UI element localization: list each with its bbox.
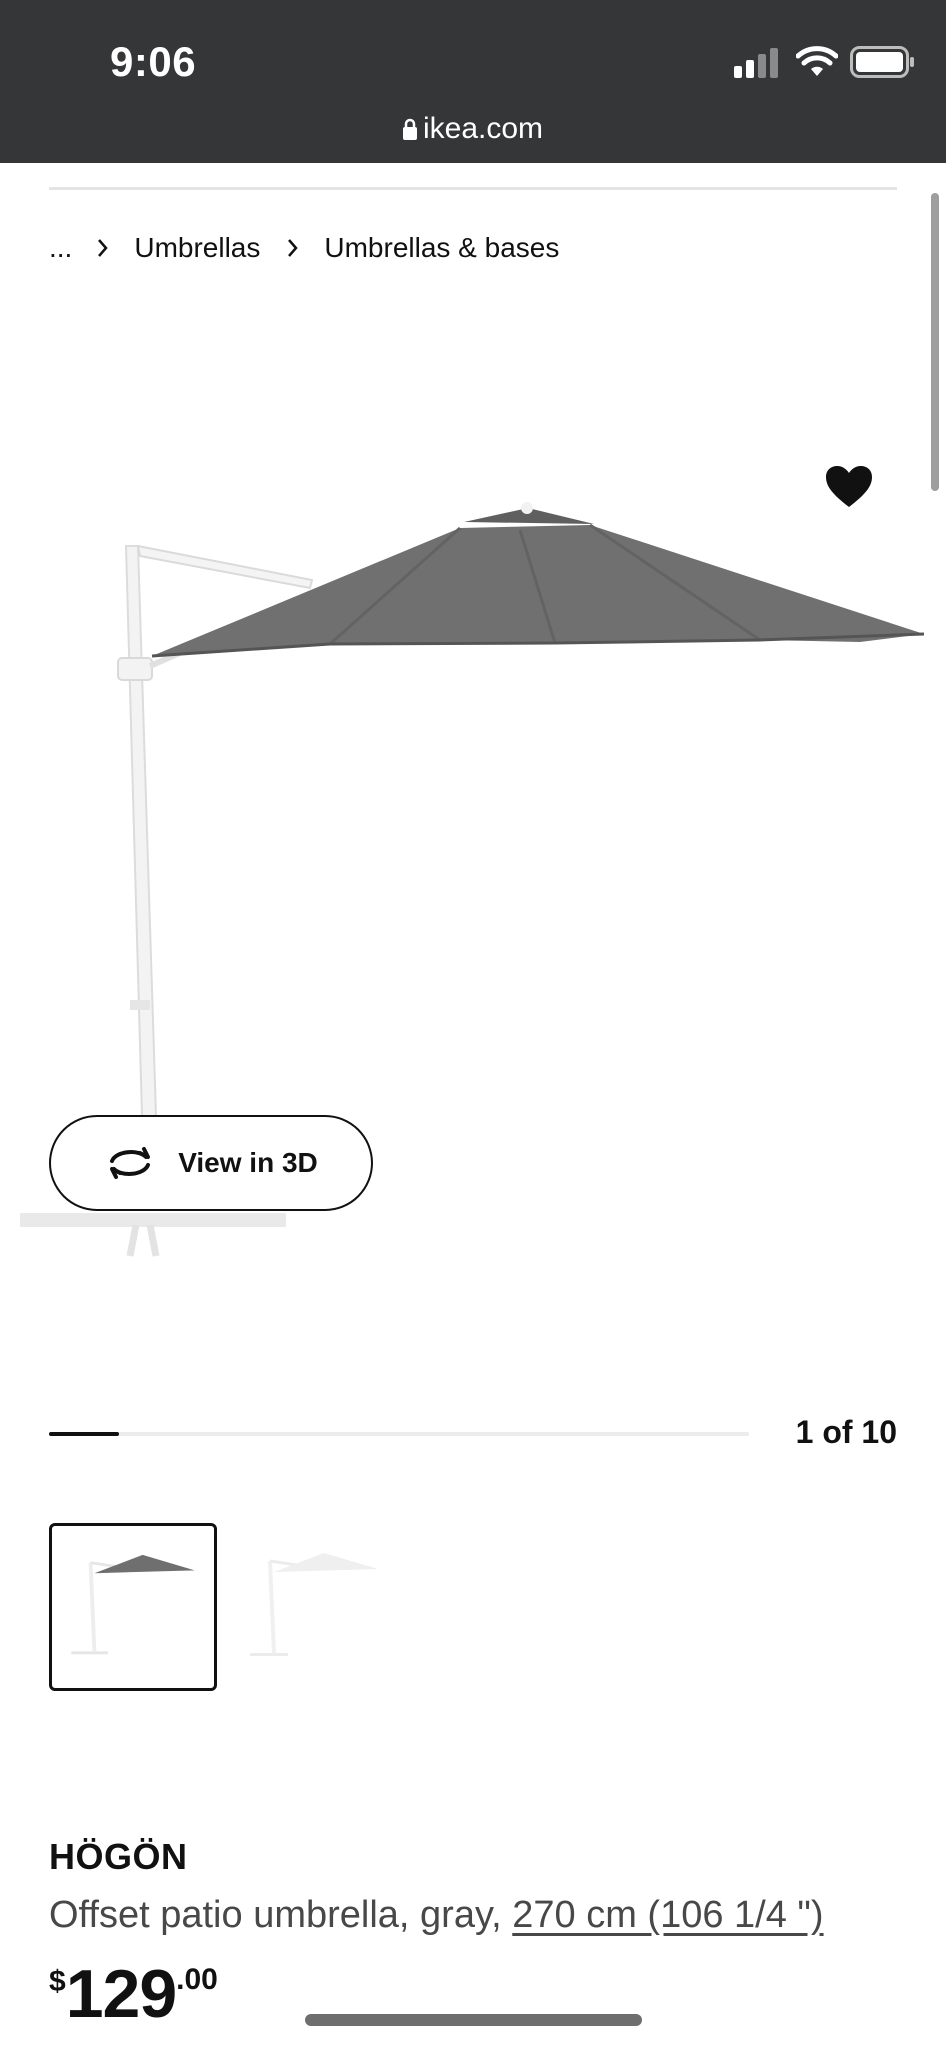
breadcrumb-ellipsis[interactable]: ...: [49, 232, 72, 264]
view-in-3d-label: View in 3D: [178, 1147, 318, 1178]
price-whole: 129: [65, 1956, 177, 2032]
thumbnail-image: [250, 1553, 378, 1656]
favorite-heart-icon[interactable]: [826, 466, 872, 508]
product-price: $129.00: [49, 1955, 218, 2033]
price-currency: $: [49, 1965, 66, 1998]
gallery-progress: [49, 1432, 749, 1436]
product-description: Offset patio umbrella, gray, 270 cm (106…: [49, 1894, 824, 1937]
battery-icon: [850, 46, 914, 78]
breadcrumb-umbrellas-bases[interactable]: Umbrellas & bases: [324, 232, 559, 264]
product-size-link[interactable]: 270 cm (106 1/4 "): [512, 1894, 823, 1936]
rotate-3d-icon: [110, 1147, 151, 1179]
status-time: 9:06: [110, 38, 197, 85]
product-name: HÖGÖN: [49, 1836, 188, 1877]
gallery-counter: 1 of 10: [795, 1414, 897, 1450]
browser-top-bar: 9:06 ikea.com: [0, 0, 946, 163]
url-text: ikea.com: [422, 112, 544, 145]
product-description-text: Offset patio umbrella, gray,: [49, 1894, 513, 1936]
url-bar[interactable]: ikea.com: [0, 112, 946, 146]
chevron-right-icon: [98, 239, 109, 257]
breadcrumb: ... Umbrellas Umbrellas & bases: [49, 230, 585, 266]
thumbnail-image: [71, 1554, 195, 1655]
scrollbar[interactable]: [931, 193, 939, 491]
divider: [49, 187, 897, 190]
wifi-icon: [796, 46, 838, 76]
home-indicator[interactable]: [305, 2014, 642, 2026]
thumbnail-2[interactable]: [230, 1523, 398, 1691]
price-cents: .00: [176, 1963, 218, 1996]
view-in-3d-button[interactable]: View in 3D: [49, 1115, 373, 1211]
lock-icon: [402, 118, 417, 140]
thumbnail-1[interactable]: [49, 1523, 217, 1691]
chevron-right-icon: [288, 239, 299, 257]
signal-icon: [734, 48, 782, 78]
gallery-progress-fill: [49, 1432, 119, 1436]
breadcrumb-umbrellas[interactable]: Umbrellas: [134, 232, 260, 264]
